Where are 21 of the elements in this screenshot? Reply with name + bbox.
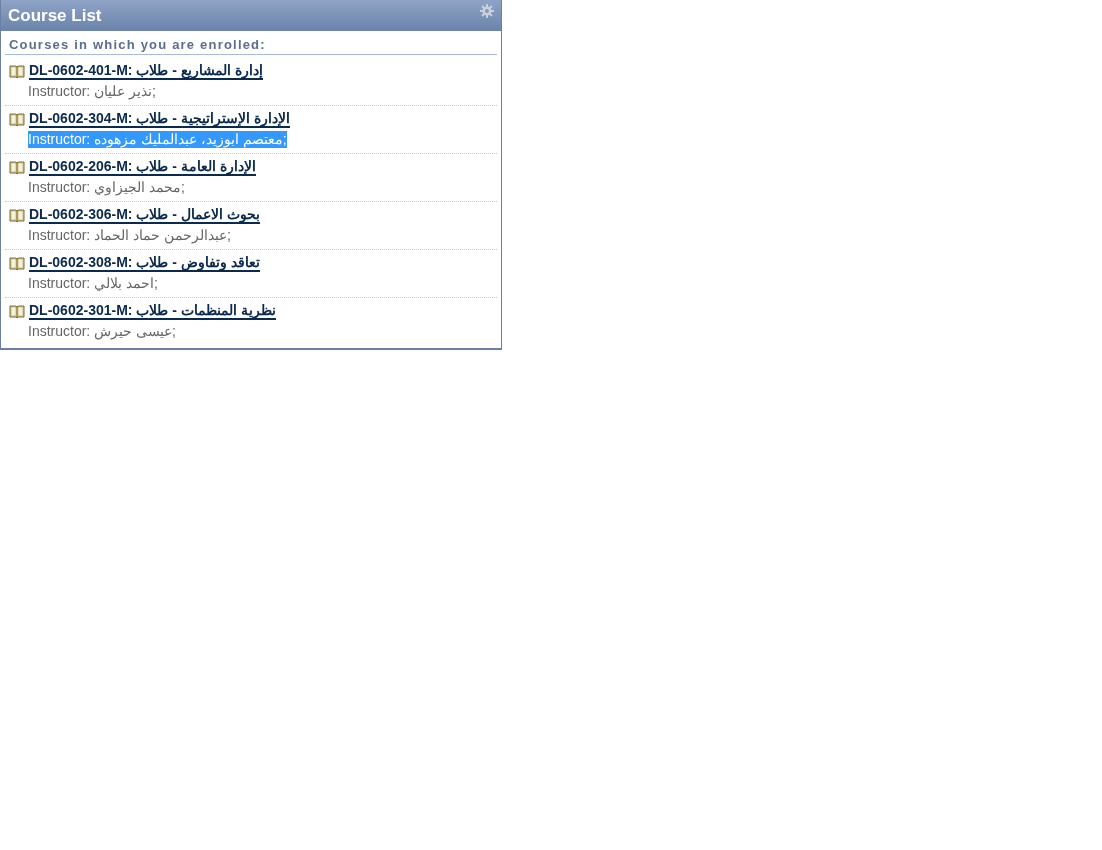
instructor-text: Instructor: معتصم ابوزيد، عبدالمليك مزهوده; <box>28 131 287 148</box>
panel-title: Course List <box>8 5 102 26</box>
book-icon <box>9 256 25 270</box>
instructor-text: Instructor: احمد بلالي; <box>28 275 158 292</box>
instructor-text: Instructor: عبدالرحمن حماد الحماد; <box>28 227 231 244</box>
section-heading: Courses in which you are enrolled: <box>5 37 497 55</box>
course-link[interactable]: DL-0602-306-M: بحوث الاعمال - طلاب <box>29 206 260 224</box>
course-link[interactable]: DL-0602-308-M: تعاقد وتفاوض - طلاب <box>29 254 260 272</box>
instructor-text: Instructor: عيسى حيرش; <box>28 323 176 340</box>
course-link[interactable]: DL-0602-301-M: نظرية المنظمات - طلاب <box>29 302 276 320</box>
book-icon <box>9 304 25 318</box>
instructor-text: Instructor: نذير عليان; <box>28 83 156 100</box>
instructor-text: Instructor: محمد الجيزاوي; <box>28 179 185 196</box>
course-link[interactable]: DL-0602-206-M: الإدارة العامة - طلاب <box>29 158 256 176</box>
course-link[interactable]: DL-0602-304-M: الإدارة الإستراتيجية - طلاب <box>29 110 290 128</box>
book-icon <box>9 208 25 222</box>
course-link[interactable]: DL-0602-401-M: إدارة المشاريع - طلاب <box>29 62 263 80</box>
book-icon <box>9 112 25 126</box>
book-icon <box>9 160 25 174</box>
book-icon <box>9 64 25 78</box>
gear-icon[interactable] <box>480 4 494 18</box>
